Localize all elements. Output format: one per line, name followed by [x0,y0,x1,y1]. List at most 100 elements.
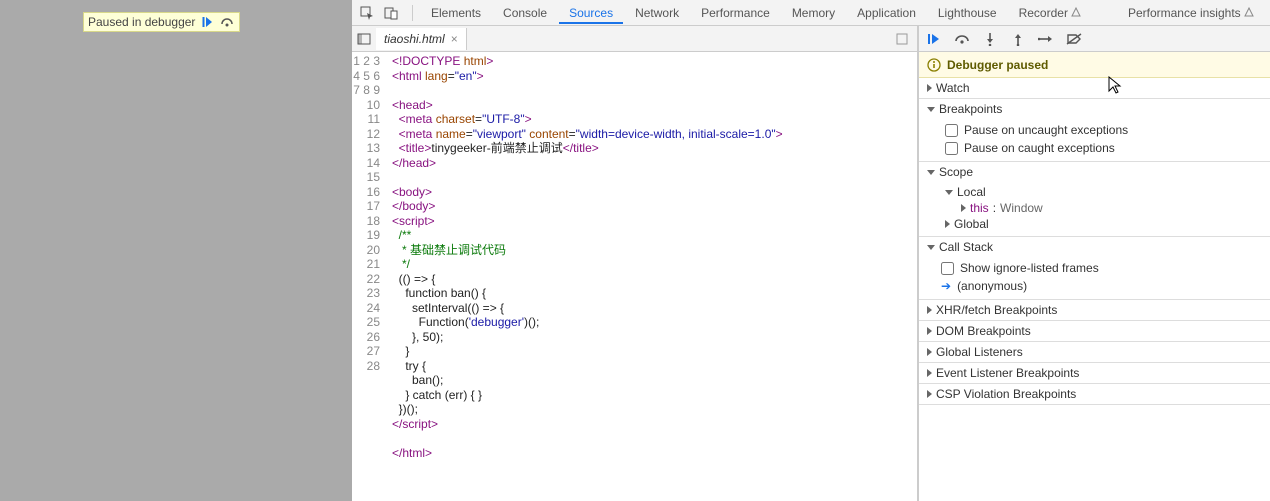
pause-uncaught-label: Pause on uncaught exceptions [964,123,1128,137]
scope-local-row[interactable]: Local [937,184,1262,200]
chevron-right-icon [927,348,932,356]
deactivate-breakpoints-icon[interactable] [1065,30,1083,48]
pause-caught-row[interactable]: Pause on caught exceptions [945,139,1262,157]
scope-header[interactable]: Scope [919,162,1270,182]
code-content[interactable]: <!DOCTYPE html> <html lang="en"> <head> … [386,52,917,501]
file-tab-tiaoshi[interactable]: tiaoshi.html × [376,28,467,50]
pause-caught-checkbox[interactable] [945,142,958,155]
scope-global-row[interactable]: Global [937,216,1262,232]
devtools-panel: Elements Console Sources Network Perform… [352,0,1270,501]
debugger-sidebar: Debugger paused Watch Breakpoints Pause … [918,26,1270,501]
pause-uncaught-row[interactable]: Pause on uncaught exceptions [945,121,1262,139]
inspect-icon[interactable] [358,4,376,22]
current-frame-arrow-icon: ➔ [941,279,951,293]
global-listeners-label: Global Listeners [936,345,1023,359]
info-icon [927,58,941,72]
chevron-right-icon [927,84,932,92]
chevron-right-icon [927,369,932,377]
xhr-breakpoints-section: XHR/fetch Breakpoints [919,300,1270,321]
ignore-listed-row[interactable]: Show ignore-listed frames [937,259,1262,277]
watch-section: Watch [919,78,1270,99]
scope-this-row[interactable]: this: Window [937,200,1262,216]
csp-violation-breakpoints-label: CSP Violation Breakpoints [936,387,1076,401]
tab-console[interactable]: Console [493,2,557,24]
chevron-down-icon [927,107,935,112]
watch-label: Watch [936,81,970,95]
tab-recorder[interactable]: Recorder [1009,2,1092,24]
debugger-status-bar: Debugger paused [919,52,1270,78]
global-listeners-header[interactable]: Global Listeners [919,342,1270,362]
callstack-frame-current[interactable]: ➔ (anonymous) [937,277,1262,295]
device-toolbar-icon[interactable] [382,4,400,22]
xhr-breakpoints-header[interactable]: XHR/fetch Breakpoints [919,300,1270,320]
ignore-listed-label: Show ignore-listed frames [960,261,1099,275]
tab-performance-insights[interactable]: Performance insights [1118,2,1264,24]
chevron-right-icon [961,204,966,212]
step-out-icon[interactable] [1009,30,1027,48]
file-tab-label: tiaoshi.html [384,32,445,46]
step-over-icon[interactable] [953,30,971,48]
callstack-header[interactable]: Call Stack [919,237,1270,257]
scope-this-value: Window [1000,201,1043,215]
chevron-down-icon [927,245,935,250]
tab-sources[interactable]: Sources [559,2,623,24]
event-listener-breakpoints-label: Event Listener Breakpoints [936,366,1079,380]
event-listener-breakpoints-header[interactable]: Event Listener Breakpoints [919,363,1270,383]
pause-caught-label: Pause on caught exceptions [964,141,1115,155]
scope-local-label: Local [957,185,986,199]
tab-network[interactable]: Network [625,2,689,24]
scope-section: Scope Local this: Window Global [919,162,1270,237]
ignore-listed-checkbox[interactable] [941,262,954,275]
dom-breakpoints-section: DOM Breakpoints [919,321,1270,342]
paused-in-debugger-banner: Paused in debugger [83,12,240,32]
global-listeners-section: Global Listeners [919,342,1270,363]
scope-label: Scope [939,165,973,179]
debugger-status-label: Debugger paused [947,58,1048,72]
event-listener-breakpoints-section: Event Listener Breakpoints [919,363,1270,384]
breakpoints-header[interactable]: Breakpoints [919,99,1270,119]
navigator-toggle-icon[interactable] [352,27,376,51]
chevron-right-icon [927,390,932,398]
resume-button-icon[interactable] [925,30,943,48]
tab-application[interactable]: Application [847,2,926,24]
debugger-toolbar [919,26,1270,52]
dom-breakpoints-label: DOM Breakpoints [936,324,1031,338]
file-tabbar: tiaoshi.html × [352,26,917,52]
chevron-right-icon [945,220,950,228]
line-gutter: 1 2 3 4 5 6 7 8 9 10 11 12 13 14 15 16 1… [352,52,386,501]
devtools-tabbar: Elements Console Sources Network Perform… [352,0,1270,26]
chevron-right-icon [927,306,932,314]
watch-header[interactable]: Watch [919,78,1270,98]
source-editor-column: tiaoshi.html × 1 2 3 4 5 6 7 8 9 10 11 1… [352,26,918,501]
csp-violation-breakpoints-section: CSP Violation Breakpoints [919,384,1270,405]
chevron-down-icon [927,170,935,175]
more-tabs-icon[interactable] [895,32,917,46]
page-preview-pane: Paused in debugger [0,0,352,501]
callstack-label: Call Stack [939,240,993,254]
tab-elements[interactable]: Elements [421,2,491,24]
frame-label: (anonymous) [957,279,1027,293]
breakpoints-label: Breakpoints [939,102,1002,116]
chevron-right-icon [927,327,932,335]
paused-label: Paused in debugger [88,15,195,29]
breakpoints-section: Breakpoints Pause on uncaught exceptions… [919,99,1270,162]
close-file-icon[interactable]: × [451,32,458,46]
xhr-breakpoints-label: XHR/fetch Breakpoints [936,303,1057,317]
scope-global-label: Global [954,217,989,231]
step-over-small-icon[interactable] [219,14,235,30]
callstack-section: Call Stack Show ignore-listed frames ➔ (a… [919,237,1270,300]
pause-uncaught-checkbox[interactable] [945,124,958,137]
tab-performance[interactable]: Performance [691,2,780,24]
step-into-icon[interactable] [981,30,999,48]
tab-lighthouse[interactable]: Lighthouse [928,2,1007,24]
source-editor[interactable]: 1 2 3 4 5 6 7 8 9 10 11 12 13 14 15 16 1… [352,52,917,501]
sources-main-split: tiaoshi.html × 1 2 3 4 5 6 7 8 9 10 11 1… [352,26,1270,501]
chevron-down-icon [945,190,953,195]
step-icon[interactable] [1037,30,1055,48]
csp-violation-breakpoints-header[interactable]: CSP Violation Breakpoints [919,384,1270,404]
tab-memory[interactable]: Memory [782,2,845,24]
dom-breakpoints-header[interactable]: DOM Breakpoints [919,321,1270,341]
resume-icon[interactable] [199,14,215,30]
scope-this-key: this [970,201,989,215]
separator [412,5,413,21]
